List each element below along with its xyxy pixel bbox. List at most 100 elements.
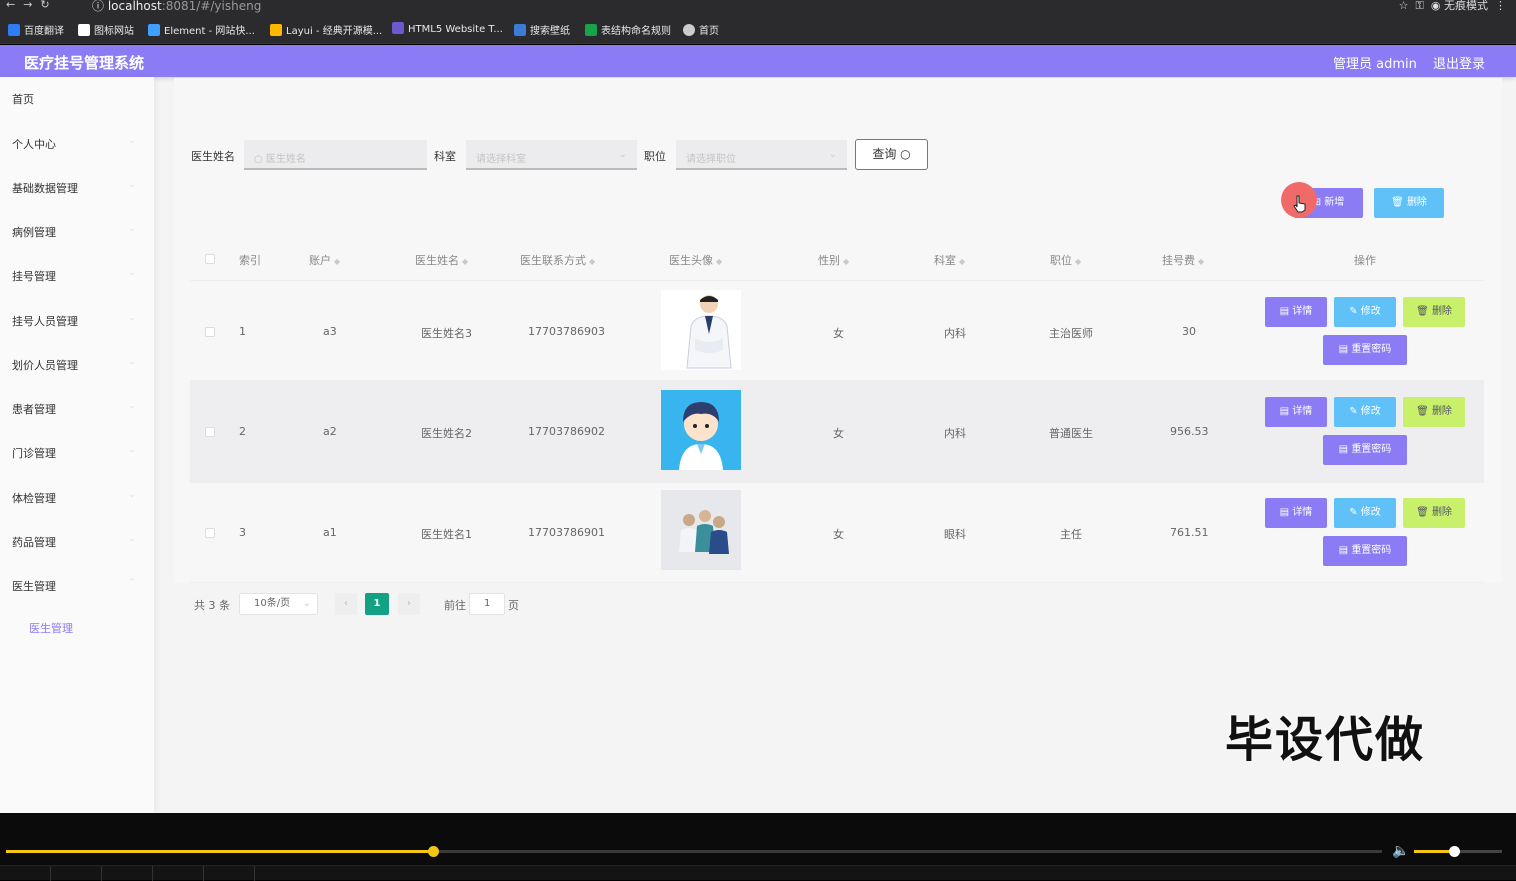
document-icon: ▤: [1279, 507, 1293, 518]
row-checkbox[interactable]: [205, 327, 215, 337]
sidebar-item-patients[interactable]: 患者管理: [12, 401, 56, 417]
page-size-select[interactable]: 10条/页 ⌄: [239, 593, 318, 615]
sidebar-subitem-doctor-management[interactable]: 医生管理: [29, 620, 73, 636]
chevron-down-icon: ⌄: [128, 224, 136, 234]
batch-delete-button[interactable]: 🗑 删除: [1374, 188, 1444, 218]
progress-track[interactable]: [6, 850, 1382, 853]
edit-button[interactable]: ✎ 修改: [1334, 397, 1396, 427]
col-header-gender[interactable]: 性别 ◆: [818, 252, 849, 268]
bookmark-icon-site[interactable]: 图标网站: [78, 22, 134, 37]
delete-button[interactable]: 🗑 删除: [1403, 397, 1465, 427]
sidebar-item-personal[interactable]: 个人中心: [12, 136, 56, 152]
sidebar-item-doctors[interactable]: 医生管理: [12, 578, 56, 594]
row-checkbox[interactable]: [205, 528, 215, 538]
edit-button[interactable]: ✎ 修改: [1334, 498, 1396, 528]
pagination-total: 共 3 条: [194, 599, 230, 612]
prev-page-button[interactable]: ‹: [335, 593, 357, 615]
html5-icon: [392, 22, 404, 34]
bookmark-wallpaper[interactable]: 搜索壁纸: [514, 22, 570, 37]
browser-nav-icons[interactable]: ←→↻: [6, 0, 58, 11]
logout-link[interactable]: 退出登录: [1433, 53, 1485, 72]
volume-icon[interactable]: 🔈: [1392, 843, 1409, 859]
col-header-account[interactable]: 账户 ◆: [309, 252, 340, 268]
url-field[interactable]: ⓘ localhost:8081/#/yisheng: [92, 0, 261, 14]
layui-icon: [270, 24, 282, 36]
reset-password-button[interactable]: ▤ 重置密码: [1323, 536, 1407, 566]
position-select[interactable]: 请选择职位 ⌄: [676, 140, 847, 170]
sidebar-item-registrar-staff[interactable]: 挂号人员管理: [12, 313, 78, 329]
doctor-avatar[interactable]: [661, 290, 741, 370]
progress-handle[interactable]: [427, 846, 439, 857]
sidebar-item-cases[interactable]: 病例管理: [12, 224, 56, 240]
bookmark-baidu-translate[interactable]: 百度翻译: [8, 22, 64, 37]
col-header-doctor-name[interactable]: 医生姓名 ◆: [415, 252, 468, 268]
app-title: 医疗挂号管理系统: [24, 54, 145, 72]
chevron-down-icon: ⌄: [128, 180, 136, 190]
sort-icon: ◆: [843, 257, 850, 266]
control-separator: [254, 866, 255, 881]
incognito-indicator[interactable]: ☆ ⚿ ◉ 无痕模式 ⋮: [1399, 0, 1506, 13]
pencil-icon: ✎: [1349, 306, 1361, 317]
col-header-phone[interactable]: 医生联系方式 ◆: [520, 252, 595, 268]
browser-address-bar: ←→↻ ⓘ localhost:8081/#/yisheng ☆ ⚿ ◉ 无痕模…: [0, 0, 1516, 14]
bookmark-layui[interactable]: Layui - 经典开源模...: [270, 22, 382, 37]
doctor-avatar[interactable]: [661, 390, 741, 470]
col-header-index: 索引: [239, 254, 261, 267]
reset-password-button[interactable]: ▤ 重置密码: [1323, 435, 1407, 465]
sidebar-item-home[interactable]: 首页: [12, 91, 34, 107]
delete-button[interactable]: 🗑 删除: [1403, 498, 1465, 528]
control-separator: [203, 866, 204, 881]
document-icon: ▤: [1338, 444, 1352, 455]
reset-password-button[interactable]: ▤ 重置密码: [1323, 335, 1407, 365]
department-select[interactable]: 请选择科室 ⌄: [466, 140, 637, 170]
bookmark-naming-rules[interactable]: 表结构命名规则: [585, 22, 671, 37]
trash-icon: 🗑: [1416, 507, 1432, 518]
select-all-checkbox[interactable]: [205, 254, 215, 264]
bookmark-element[interactable]: Element - 网站快...: [148, 22, 255, 37]
trash-icon: 🗑: [1416, 306, 1432, 317]
trash-icon: 🗑: [1391, 197, 1407, 208]
sidebar-item-medicine[interactable]: 药品管理: [12, 534, 56, 550]
cell-position: 主任: [1060, 528, 1082, 541]
chevron-down-icon: ⌄: [618, 149, 627, 160]
table-divider: [190, 380, 1484, 381]
cell-account: a2: [323, 425, 337, 438]
department-label: 科室: [434, 150, 456, 163]
player-controls-strip: [0, 865, 1516, 881]
col-header-position[interactable]: 职位 ◆: [1050, 252, 1081, 268]
cell-position: 普通医生: [1049, 427, 1093, 440]
table-divider: [190, 582, 1484, 583]
query-button[interactable]: 查询 ○: [855, 139, 928, 170]
sidebar-item-outpatient[interactable]: 门诊管理: [12, 445, 56, 461]
page-unit-label: 页: [508, 599, 519, 612]
sidebar-item-pricing-staff[interactable]: 划价人员管理: [12, 357, 78, 373]
edit-button[interactable]: ✎ 修改: [1334, 297, 1396, 327]
next-page-button[interactable]: ›: [398, 593, 420, 615]
volume-handle[interactable]: [1448, 846, 1460, 857]
doctor-avatar[interactable]: [661, 490, 741, 570]
cell-phone: 17703786901: [528, 526, 605, 539]
detail-button[interactable]: ▤ 详情: [1265, 297, 1327, 327]
cell-account: a1: [323, 526, 337, 539]
bookmark-html5[interactable]: HTML5 Website T...: [392, 22, 503, 35]
sidebar-item-registration[interactable]: 挂号管理: [12, 268, 56, 284]
progress-fill: [6, 850, 433, 853]
bookmark-home[interactable]: 首页: [683, 22, 719, 37]
row-checkbox[interactable]: [205, 427, 215, 437]
detail-button[interactable]: ▤ 详情: [1265, 498, 1327, 528]
cell-fee: 761.51: [1170, 526, 1209, 539]
delete-button[interactable]: 🗑 删除: [1403, 297, 1465, 327]
pencil-icon: ✎: [1349, 406, 1361, 417]
col-header-fee[interactable]: 挂号费 ◆: [1162, 252, 1204, 268]
sidebar-item-basic-data[interactable]: 基础数据管理: [12, 180, 78, 196]
cell-account: a3: [323, 325, 337, 338]
sidebar-item-checkup[interactable]: 体检管理: [12, 490, 56, 506]
doctor-name-input[interactable]: ○ 医生姓名: [244, 140, 427, 170]
goto-page-input[interactable]: 1: [469, 593, 505, 615]
search-icon: ○: [254, 154, 266, 165]
detail-button[interactable]: ▤ 详情: [1265, 397, 1327, 427]
cell-gender: 女: [833, 427, 844, 440]
col-header-avatar[interactable]: 医生头像 ◆: [669, 252, 722, 268]
col-header-department[interactable]: 科室 ◆: [934, 252, 965, 268]
page-number-current[interactable]: 1: [365, 593, 389, 615]
